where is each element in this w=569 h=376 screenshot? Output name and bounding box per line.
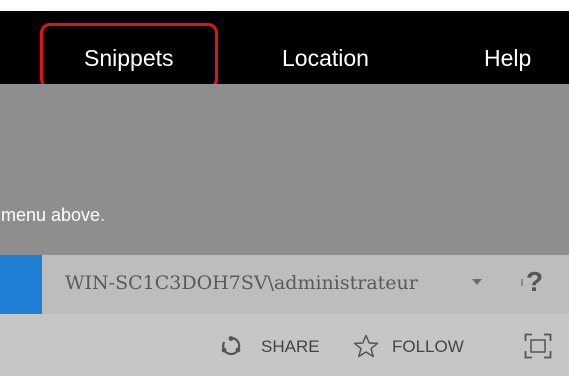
- user-menu-button[interactable]: WIN-SC1C3DOH7SV\administrateur: [65, 271, 418, 295]
- star-icon[interactable]: [353, 334, 379, 358]
- focus-mode-icon[interactable]: [524, 333, 552, 359]
- share-button[interactable]: SHARE: [261, 336, 320, 358]
- menu-item-location[interactable]: Location: [282, 44, 369, 72]
- hint-text: menu above.: [1, 205, 106, 225]
- follow-button[interactable]: FOLLOW: [392, 336, 464, 358]
- top-strip: [0, 0, 569, 11]
- accent-strip: [0, 255, 42, 314]
- chevron-down-icon[interactable]: [472, 279, 482, 285]
- screen-root: Snippets Location Help menu above. WIN-S…: [0, 0, 569, 376]
- menu-item-help[interactable]: Help: [484, 44, 531, 72]
- help-icon[interactable]: ?: [520, 266, 543, 298]
- menu-item-snippets[interactable]: Snippets: [84, 44, 174, 72]
- top-menu-bar: Snippets Location Help: [0, 11, 569, 84]
- share-icon[interactable]: [221, 336, 241, 356]
- hint-panel: [0, 84, 569, 255]
